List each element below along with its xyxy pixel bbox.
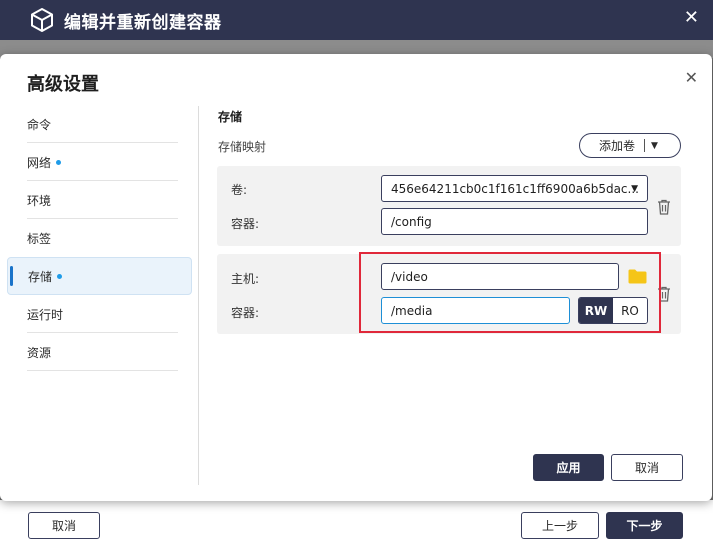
dialog-close-icon[interactable]: ✕	[685, 68, 698, 87]
divider	[27, 370, 178, 371]
host-path-value: /video	[391, 269, 428, 284]
container-path-label: 容器:	[231, 217, 260, 231]
sidebar-item-label: 标签	[27, 231, 52, 246]
trash-icon[interactable]	[657, 199, 671, 215]
ro-mode-option[interactable]: RO	[613, 298, 647, 323]
next-step-button[interactable]: 下一步	[606, 512, 683, 539]
sidebar-item-runtime[interactable]: 运行时	[7, 295, 192, 333]
sidebar-item-label: 环境	[27, 193, 52, 208]
volume-select-value: 456e64211cb0c1f161c1ff6900a6b5dac...	[391, 181, 639, 196]
container-path-label: 容器:	[231, 306, 260, 320]
container-path-input[interactable]: /config	[381, 208, 648, 235]
advanced-settings-dialog: 高级设置 ✕ 命令 网络 环境 标签 存储 运行时 资源 存储 存储映射 添加卷…	[0, 54, 712, 501]
sidebar-item-label: 资源	[27, 345, 52, 360]
container-path-input[interactable]: /media	[381, 297, 570, 324]
active-indicator	[10, 266, 13, 286]
sidebar-item-label: 网络	[27, 155, 52, 170]
add-volume-button[interactable]: 添加卷 ▼	[579, 133, 681, 158]
settings-sidebar: 命令 网络 环境 标签 存储 运行时 资源	[7, 105, 192, 371]
sidebar-item-command[interactable]: 命令	[7, 105, 192, 143]
folder-icon[interactable]	[628, 269, 647, 284]
volume-select[interactable]: 456e64211cb0c1f161c1ff6900a6b5dac... ▼	[381, 175, 648, 202]
split-divider	[644, 139, 646, 152]
modified-dot-icon	[57, 273, 63, 279]
host-path-label: 主机:	[231, 272, 260, 286]
storage-section-title: 存储	[218, 110, 243, 124]
host-path-input[interactable]: /video	[381, 263, 619, 290]
apply-button[interactable]: 应用	[533, 454, 604, 481]
window-close-icon[interactable]: ✕	[684, 9, 699, 27]
sidebar-item-label: 存储	[28, 269, 53, 284]
sidebar-item-label: 运行时	[27, 307, 64, 322]
container-cube-icon	[31, 8, 53, 32]
bind-mount-card: 主机: /video 容器: /media RW RO	[217, 254, 681, 334]
storage-mapping-label: 存储映射	[218, 140, 267, 154]
sidebar-divider	[198, 106, 199, 485]
access-mode-toggle[interactable]: RW RO	[578, 297, 648, 324]
sidebar-item-label: 命令	[27, 117, 52, 132]
window-titlebar: 编辑并重新创建容器 ✕	[0, 0, 713, 40]
volume-label: 卷:	[231, 183, 248, 197]
volume-mapping-card: 卷: 456e64211cb0c1f161c1ff6900a6b5dac... …	[217, 166, 681, 246]
dialog-title: 高级设置	[27, 74, 99, 95]
container-path-value: /media	[391, 303, 433, 318]
sidebar-item-environment[interactable]: 环境	[7, 181, 192, 219]
sidebar-item-labels[interactable]: 标签	[7, 219, 192, 257]
window-footer: 取消 上一步 下一步	[0, 500, 713, 558]
sidebar-item-network[interactable]: 网络	[7, 143, 192, 181]
modified-dot-icon	[56, 159, 62, 165]
window-title: 编辑并重新创建容器	[64, 12, 222, 33]
trash-icon[interactable]	[657, 286, 671, 302]
footer-cancel-button[interactable]: 取消	[28, 512, 100, 539]
sidebar-item-storage[interactable]: 存储	[7, 257, 192, 295]
sidebar-item-resources[interactable]: 资源	[7, 333, 192, 371]
caret-down-icon[interactable]: ▼	[651, 141, 658, 151]
dialog-cancel-button[interactable]: 取消	[611, 454, 683, 481]
add-volume-label: 添加卷	[599, 139, 636, 153]
rw-mode-option[interactable]: RW	[579, 298, 613, 323]
container-path-value: /config	[391, 214, 432, 229]
caret-down-icon: ▼	[631, 183, 638, 194]
previous-step-button[interactable]: 上一步	[521, 512, 599, 539]
